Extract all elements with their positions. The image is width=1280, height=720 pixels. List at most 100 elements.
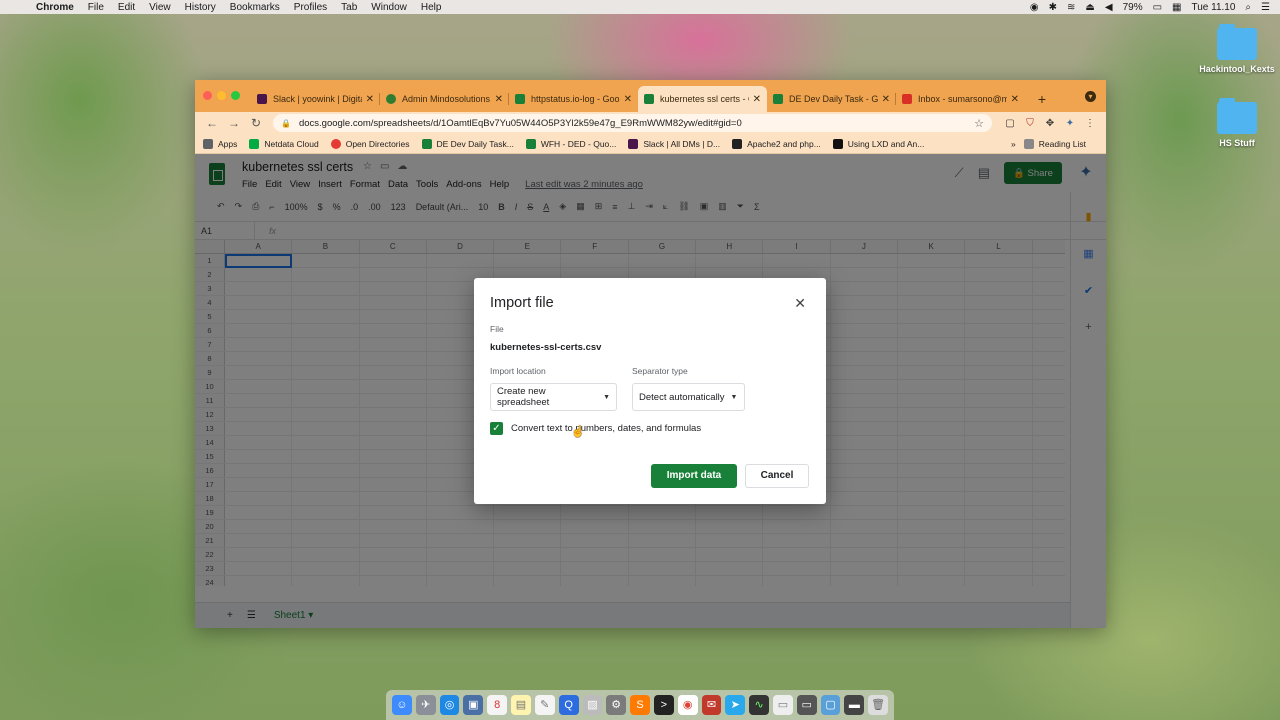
clock[interactable]: Tue 11.10: [1192, 2, 1236, 13]
menu-file[interactable]: File: [88, 2, 104, 13]
menu-tab[interactable]: Tab: [341, 2, 357, 13]
screen-icon[interactable]: ▭: [796, 695, 817, 715]
telegram-icon[interactable]: ➤: [725, 695, 746, 715]
minimize-window-icon[interactable]: [217, 91, 226, 100]
dialog-title: Import file: [490, 295, 554, 311]
menu-edit[interactable]: Edit: [118, 2, 135, 13]
bookmark-open-directories[interactable]: Open Directories: [330, 138, 410, 149]
close-tab-icon[interactable]: ✕: [882, 94, 890, 105]
lock-icon[interactable]: 🔒: [281, 119, 291, 128]
bookmark-apps[interactable]: Apps: [203, 138, 237, 149]
new-tab-button[interactable]: +: [1031, 86, 1053, 112]
menu-help[interactable]: Help: [421, 2, 442, 13]
zoom-window-icon[interactable]: [231, 91, 240, 100]
cancel-button[interactable]: Cancel: [745, 464, 809, 488]
activity-monitor-icon[interactable]: ∿: [749, 695, 769, 715]
menu-profiles[interactable]: Profiles: [294, 2, 327, 13]
bookmark-lxd[interactable]: Using LXD and An...: [832, 138, 924, 149]
close-window-icon[interactable]: [203, 91, 212, 100]
notes-icon[interactable]: ▤: [511, 695, 531, 715]
menu-bookmarks[interactable]: Bookmarks: [230, 2, 280, 13]
battery-icon[interactable]: ▭: [1153, 2, 1162, 13]
trash-icon[interactable]: 🗑: [868, 695, 889, 715]
sheets-icon: [515, 94, 525, 104]
bookmarks-overflow-icon[interactable]: »: [1011, 139, 1016, 149]
import-data-button[interactable]: Import data: [651, 464, 737, 488]
menu-view[interactable]: View: [149, 2, 171, 13]
bookmark-star-icon[interactable]: ☆: [974, 117, 984, 130]
close-tab-icon[interactable]: ✕: [1011, 94, 1019, 105]
terminal-icon[interactable]: >: [653, 695, 674, 715]
desktop-folder-hackintool[interactable]: Hackintool_Kexts: [1197, 24, 1277, 74]
sublime-icon[interactable]: S: [630, 695, 650, 715]
sheets-icon: [525, 138, 536, 149]
menu-app-name[interactable]: Chrome: [36, 2, 74, 13]
volume-icon[interactable]: ◀: [1105, 2, 1113, 13]
bluetooth-icon[interactable]: ✱: [1049, 2, 1057, 13]
extension-icon[interactable]: ▢: [1000, 118, 1020, 129]
browser-tab[interactable]: Admin Mindosolutions ✕: [380, 86, 509, 112]
browser-tab[interactable]: Slack | yoowink | Digital ✕: [251, 86, 380, 112]
close-icon[interactable]: ✕: [794, 295, 806, 312]
tab-title: httpstatus.io-log - Goo: [531, 94, 620, 104]
browser-tab[interactable]: httpstatus.io-log - Goo ✕: [509, 86, 638, 112]
mail-icon[interactable]: ✉: [701, 695, 722, 715]
tab-title: Inbox - sumarsono@mi: [918, 94, 1007, 104]
separator-type-select[interactable]: Detect automatically ▼: [632, 383, 745, 411]
kebab-menu-icon[interactable]: ⋮: [1080, 118, 1100, 129]
flag-icon[interactable]: ▦: [1172, 2, 1181, 13]
bookmark-slack[interactable]: Slack | All DMs | D...: [628, 138, 720, 149]
archive-icon[interactable]: ▭: [773, 695, 793, 715]
wifi-icon[interactable]: ≋: [1067, 2, 1075, 13]
device-icon[interactable]: ▬: [844, 695, 865, 715]
textedit-icon[interactable]: ✎: [534, 695, 555, 715]
desktop-folder-hs-stuff[interactable]: HS Stuff: [1197, 98, 1277, 148]
safari-icon[interactable]: ◎: [439, 695, 460, 715]
close-tab-icon[interactable]: ✕: [366, 94, 374, 105]
import-location-select[interactable]: Create new spreadsheet ▼: [490, 383, 617, 411]
calendar-icon[interactable]: 8: [487, 695, 508, 715]
browser-tab[interactable]: Inbox - sumarsono@mi ✕: [896, 86, 1025, 112]
browser-tab-active[interactable]: kubernetes ssl certs - G ✕: [638, 86, 767, 112]
record-icon[interactable]: ◉: [1030, 2, 1039, 13]
photo-icon[interactable]: ▨: [582, 695, 603, 715]
launchpad-icon[interactable]: ✈: [415, 695, 436, 715]
menu-history[interactable]: History: [185, 2, 216, 13]
control-center-icon[interactable]: ☰: [1261, 2, 1270, 13]
reddit-icon: [330, 138, 341, 149]
puzzle-icon[interactable]: ✥: [1040, 118, 1060, 129]
bookmark-netdata[interactable]: Netdata Cloud: [249, 138, 319, 149]
desktop-folder-label: Hackintool_Kexts: [1199, 64, 1275, 74]
preview-icon[interactable]: ▣: [463, 695, 484, 715]
back-icon[interactable]: ←: [201, 116, 223, 130]
medium-icon: [732, 138, 743, 149]
bookmark-wfh[interactable]: WFH - DED - Quo...: [525, 138, 616, 149]
close-tab-icon[interactable]: ✕: [495, 94, 503, 105]
spotlight-icon[interactable]: ⌕: [1245, 2, 1251, 13]
profile-avatar-icon[interactable]: ✦: [1060, 118, 1080, 129]
shield-icon[interactable]: ⛉: [1020, 118, 1040, 129]
eject-icon[interactable]: ⏏: [1085, 2, 1094, 13]
bookmark-apache[interactable]: Apache2 and php...: [732, 138, 821, 149]
battery-percent[interactable]: 79%: [1123, 2, 1143, 13]
reading-list-button[interactable]: Reading List: [1023, 138, 1086, 149]
leaf-icon: [386, 94, 396, 104]
tab-search-icon[interactable]: ▾: [1085, 91, 1096, 102]
menu-window[interactable]: Window: [371, 2, 407, 13]
system-preferences-icon[interactable]: ⚙: [606, 695, 627, 715]
bookmark-de-dev[interactable]: DE Dev Daily Task...: [421, 138, 514, 149]
address-bar[interactable]: 🔒 docs.google.com/spreadsheets/d/1OamtlE…: [273, 114, 992, 132]
close-tab-icon[interactable]: ✕: [753, 94, 761, 105]
url-text[interactable]: docs.google.com/spreadsheets/d/1OamtlEqB…: [299, 118, 742, 129]
browser-tab[interactable]: DE Dev Daily Task - Go ✕: [767, 86, 896, 112]
window-icon[interactable]: ▢: [820, 695, 841, 715]
tab-title: Slack | yoowink | Digital: [273, 94, 362, 104]
finder-icon[interactable]: ☺: [392, 695, 412, 715]
reload-icon[interactable]: ↻: [245, 116, 267, 130]
convert-text-label[interactable]: Convert text to numbers, dates, and form…: [511, 423, 701, 434]
convert-text-checkbox[interactable]: ✓: [490, 422, 503, 435]
close-tab-icon[interactable]: ✕: [624, 94, 632, 105]
quicktime-icon[interactable]: Q: [558, 695, 579, 715]
chrome-icon[interactable]: ◉: [677, 695, 698, 715]
forward-icon[interactable]: →: [223, 116, 245, 130]
